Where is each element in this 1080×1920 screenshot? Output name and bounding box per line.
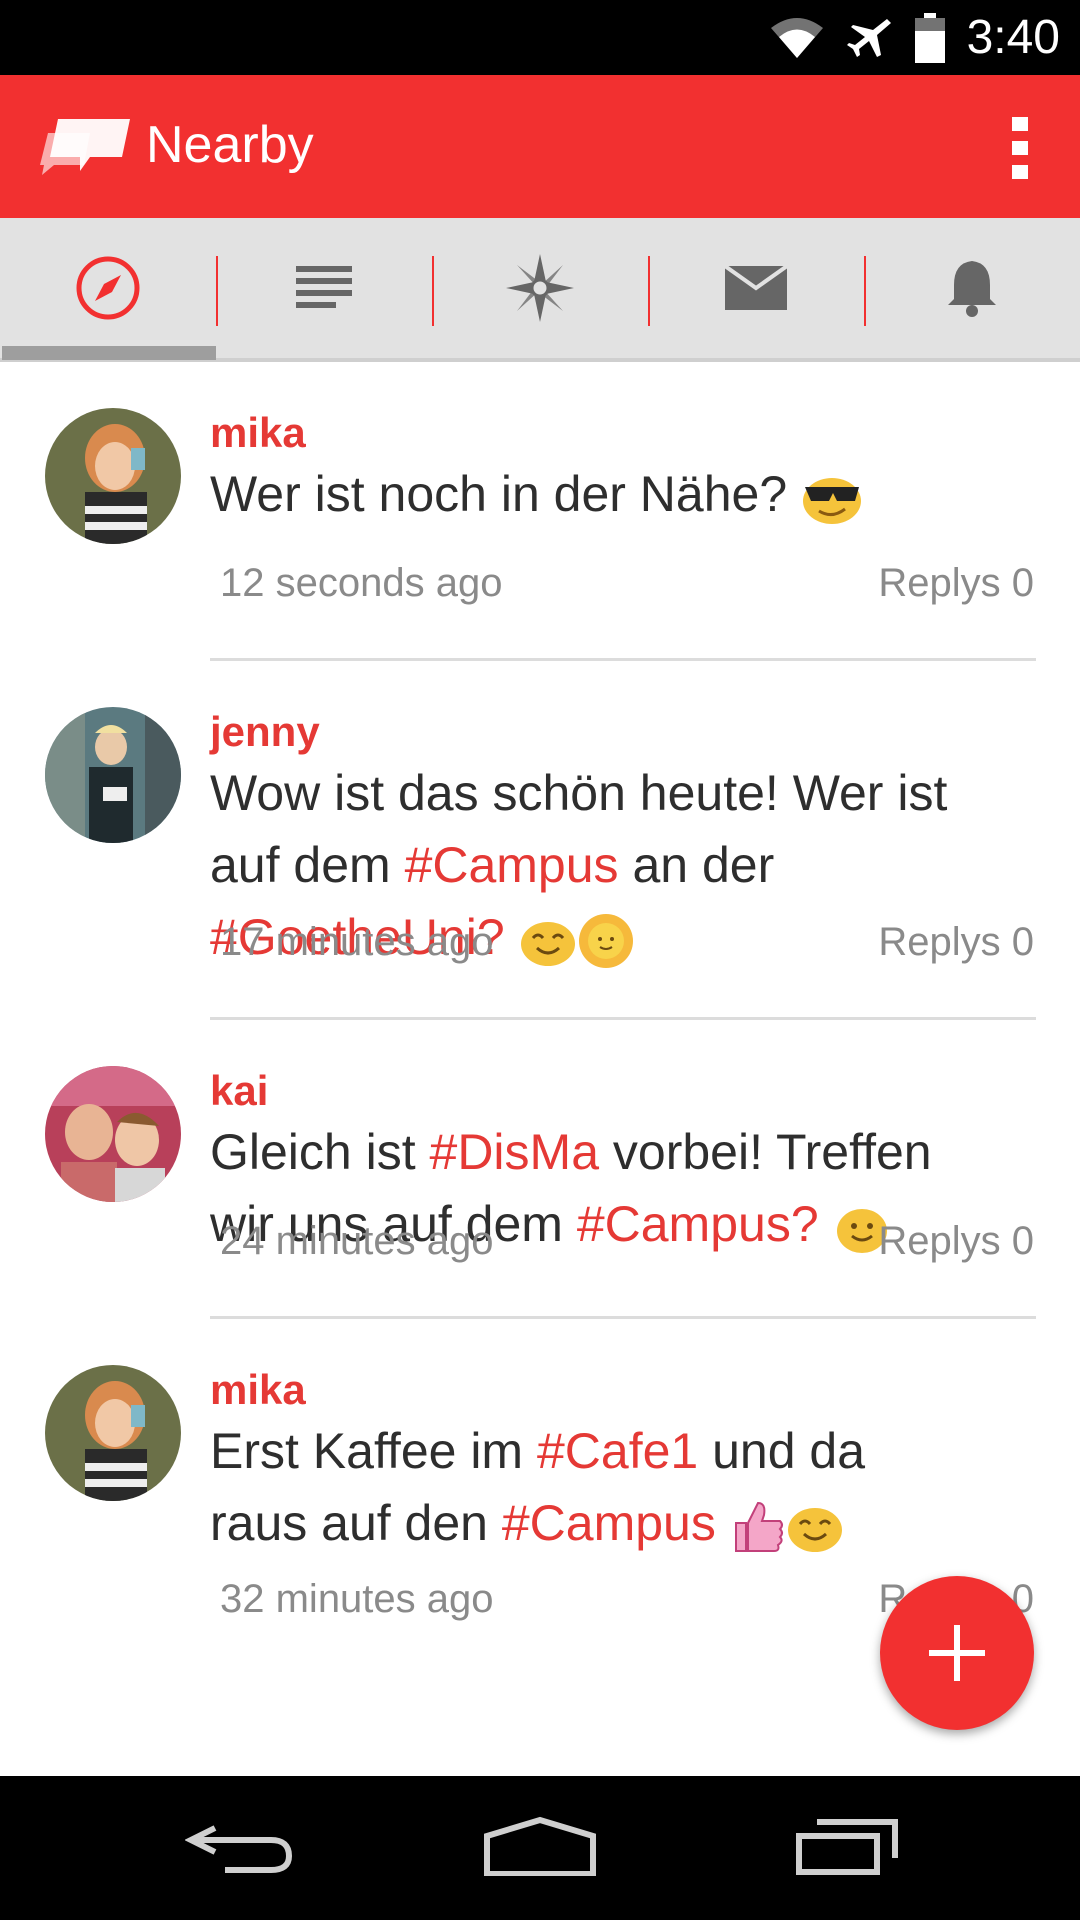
hashtag-link[interactable]: #DisMa xyxy=(430,1124,599,1180)
hashtag-link[interactable]: #Campus xyxy=(405,837,619,893)
hashtag-link[interactable]: #Campus xyxy=(502,1495,716,1551)
post-text: Erst Kaffee im #Cafe1 und da raus auf de… xyxy=(210,1415,1050,1559)
back-icon xyxy=(185,1825,293,1873)
hashtag-link[interactable]: #Cafe1 xyxy=(537,1423,698,1479)
post-text-line: Gleich ist #DisMa vorbei! Treffen xyxy=(210,1116,1050,1188)
post-text-line: raus auf den #Campus xyxy=(210,1487,1050,1559)
smiling-emoji xyxy=(520,921,575,966)
wifi-icon xyxy=(770,17,823,58)
post-text: Wer ist noch in der Nähe? xyxy=(210,458,1050,530)
app-bar: Nearby xyxy=(0,75,1080,218)
compass-icon xyxy=(76,256,140,320)
tab-nearby[interactable] xyxy=(0,218,216,358)
post-username[interactable]: mika xyxy=(210,409,306,457)
battery-icon xyxy=(914,12,945,63)
smiling-emoji xyxy=(787,1507,842,1552)
tab-bar xyxy=(0,218,1080,362)
divider xyxy=(210,1316,1036,1319)
post-reply-count[interactable]: Replys 0 xyxy=(878,561,1034,606)
divider xyxy=(210,1017,1036,1020)
feed-list[interactable]: mika Wer ist noch in der Nähe? 12 second… xyxy=(0,362,1080,1776)
post-text-line: Wow ist das schön heute! Wer ist xyxy=(210,757,1050,829)
post-text-part: Gleich ist xyxy=(210,1124,430,1180)
back-button[interactable] xyxy=(175,1806,305,1886)
sunglasses-emoji xyxy=(803,477,862,524)
post-text-part: an der xyxy=(618,837,775,893)
star-compass-icon xyxy=(506,254,574,322)
post-username[interactable]: jenny xyxy=(210,708,320,756)
post-text-part: vorbei! Treffen xyxy=(599,1124,932,1180)
post-text-line: auf dem #Campus an der xyxy=(210,829,1050,901)
compose-button[interactable] xyxy=(880,1576,1034,1730)
post-text-part: Erst Kaffee im xyxy=(210,1423,537,1479)
mail-icon xyxy=(725,266,787,310)
tab-indicator xyxy=(2,346,216,360)
tab-explore[interactable] xyxy=(432,218,648,358)
divider xyxy=(210,658,1036,661)
recents-button[interactable] xyxy=(782,1806,912,1886)
avatar[interactable] xyxy=(45,1365,181,1501)
sun-emoji xyxy=(578,913,633,968)
app-logo xyxy=(40,119,130,175)
post-timestamp: 17 minutes ago xyxy=(220,920,494,964)
home-icon xyxy=(484,1816,596,1876)
post-reply-count[interactable]: Replys 0 xyxy=(878,1219,1034,1264)
tab-feed[interactable] xyxy=(216,218,432,358)
status-bar: 3:40 xyxy=(0,0,1080,75)
post-reply-count[interactable]: Replys 0 xyxy=(878,920,1034,965)
home-button[interactable] xyxy=(475,1806,605,1886)
avatar[interactable] xyxy=(45,707,181,843)
post-timestamp: 12 seconds ago xyxy=(220,561,503,605)
post-username[interactable]: kai xyxy=(210,1067,268,1115)
post-text-part: Wer ist noch in der Nähe? xyxy=(210,466,788,522)
page-title: Nearby xyxy=(146,116,314,174)
post-username[interactable]: mika xyxy=(210,1366,306,1414)
avatar[interactable] xyxy=(45,408,181,544)
post-text-part: raus auf den xyxy=(210,1495,502,1551)
post-text-part: auf dem xyxy=(210,837,405,893)
post-text-line: Erst Kaffee im #Cafe1 und da xyxy=(210,1415,1050,1487)
bell-icon xyxy=(948,261,996,317)
tab-notifications[interactable] xyxy=(864,218,1080,358)
tab-messages[interactable] xyxy=(648,218,864,358)
overflow-menu-icon[interactable] xyxy=(1000,117,1040,179)
post-text-part: Wow ist das schön heute! Wer ist xyxy=(210,765,948,821)
status-time: 3:40 xyxy=(966,11,1060,64)
post-text-part: und da xyxy=(698,1423,866,1479)
post-timestamp: 32 minutes ago xyxy=(220,1577,494,1621)
list-icon xyxy=(296,266,352,308)
recents-icon xyxy=(796,1819,898,1875)
system-nav-bar xyxy=(0,1776,1080,1920)
airplane-icon xyxy=(846,18,891,57)
thumbs-up-emoji xyxy=(734,1501,783,1552)
post-timestamp: 24 minutes ago xyxy=(220,1219,494,1263)
avatar[interactable] xyxy=(45,1066,181,1202)
hashtag-link[interactable]: #Campus? xyxy=(577,1196,819,1252)
status-icons: 3:40 xyxy=(769,0,1060,75)
plus-icon xyxy=(929,1625,985,1681)
